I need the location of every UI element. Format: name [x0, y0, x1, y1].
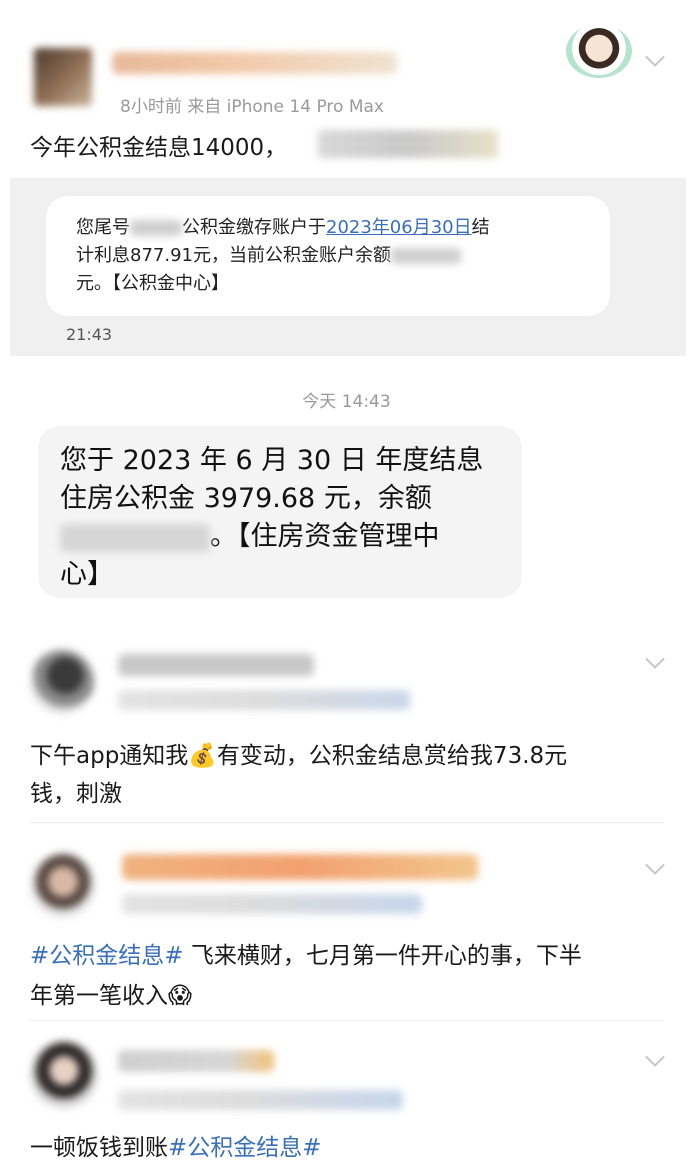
- chevron-down-icon[interactable]: [645, 649, 665, 669]
- comment-meta: [122, 894, 422, 914]
- sms-line-2-text: 计利息877.91元，当前公积金账户余额: [76, 245, 391, 266]
- chat-line-2: 住房公积金 3979.68 元，余额: [60, 483, 432, 514]
- username[interactable]: [118, 1050, 274, 1072]
- avatar[interactable]: [30, 1040, 98, 1108]
- redacted-balance: [60, 523, 210, 552]
- topic-link[interactable]: #公积金结息#: [30, 943, 184, 969]
- post-content: 今年公积金结息14000，: [30, 128, 287, 162]
- avatar[interactable]: [30, 650, 94, 714]
- divider: [30, 1020, 664, 1021]
- chat-date: 今天 14:43: [302, 392, 391, 412]
- chevron-down-icon[interactable]: [645, 47, 665, 67]
- sms-screenshot: 您尾号 公积金缴存账户于2023年06月30日结 计利息877.91元，当前公积金…: [10, 178, 686, 356]
- chat-line-1: 您于 2023 年 6 月 30 日 年度结息: [60, 445, 484, 476]
- chat-line-3-text: 。【住房资金管理中: [210, 521, 440, 552]
- post-header: 8小时前 来自 iPhone 14 Pro Max 今年公积金结息14000，: [0, 0, 693, 175]
- avatar[interactable]: [30, 852, 96, 918]
- topic-link[interactable]: #公积金结息#: [168, 1135, 322, 1161]
- sms-line-3: 元。【公积金中心】: [76, 273, 229, 294]
- sms-time: 21:43: [66, 325, 113, 344]
- redacted-balance: [390, 248, 461, 264]
- avatar[interactable]: [34, 48, 92, 106]
- sms-line-2: 计利息877.91元，当前公积金账户余额: [76, 242, 461, 270]
- redacted-text: [318, 130, 498, 158]
- sms-date-link[interactable]: 2023年06月30日: [326, 217, 472, 238]
- divider: [30, 822, 664, 823]
- comment-line-2: 钱，刺激: [30, 781, 122, 807]
- sms-mid-2: 结: [471, 217, 490, 238]
- username[interactable]: [122, 854, 478, 880]
- sms-mid-1: 公积金缴存账户于: [182, 217, 326, 238]
- comment-item: #公积金结息# 飞来横财，七月第一件开心的事，下半 年第一笔收入😱: [0, 830, 693, 1020]
- comment-item: 一顿饭钱到账#公积金结息#: [0, 1030, 693, 1161]
- username[interactable]: [112, 52, 397, 74]
- chevron-down-icon[interactable]: [645, 1047, 665, 1067]
- username[interactable]: [118, 654, 314, 676]
- comment-text: 飞来横财，七月第一件开心的事，下半: [183, 943, 582, 969]
- post-meta: 8小时前 来自 iPhone 14 Pro Max: [120, 97, 384, 117]
- redacted-number: [130, 220, 182, 236]
- sticker-avatar: [566, 24, 632, 78]
- chat-line-3: 。【住房资金管理中: [60, 518, 440, 556]
- comment-item: 下午app通知我💰有变动，公积金结息赏给我73.8元 钱，刺激: [0, 630, 693, 820]
- chat-line-4: 心】: [60, 559, 114, 590]
- comment-meta: [118, 690, 410, 710]
- comment-line-2: 年第一笔收入😱: [30, 983, 192, 1009]
- comment-text: 一顿饭钱到账: [30, 1135, 168, 1161]
- sms-prefix: 您尾号: [76, 217, 130, 238]
- comment-line-1: 下午app通知我💰有变动，公积金结息赏给我73.8元: [30, 743, 568, 769]
- sms-bubble: 您尾号 公积金缴存账户于2023年06月30日结 计利息877.91元，当前公积金…: [46, 196, 610, 316]
- chevron-down-icon[interactable]: [645, 855, 665, 875]
- post-content-text: 今年公积金结息14000，: [30, 135, 288, 161]
- chat-bubble: 您于 2023 年 6 月 30 日 年度结息 住房公积金 3979.68 元，…: [38, 426, 522, 598]
- comment-line-1: #公积金结息# 飞来横财，七月第一件开心的事，下半: [30, 936, 582, 970]
- comment-meta: [118, 1090, 403, 1110]
- sms-line-1: 您尾号 公积金缴存账户于2023年06月30日结: [76, 214, 490, 242]
